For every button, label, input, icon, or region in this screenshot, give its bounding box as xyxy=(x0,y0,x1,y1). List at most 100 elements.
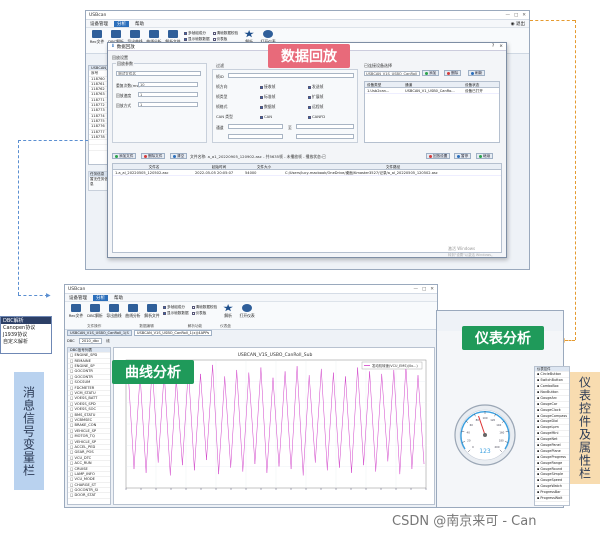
checkbox[interactable] xyxy=(260,95,263,99)
settings-icon xyxy=(429,154,432,158)
checkbox[interactable] xyxy=(260,85,263,89)
signal-item[interactable]: □ DOOR_STAT xyxy=(68,493,110,499)
filter-dir-opt1[interactable]: 接收帧 xyxy=(260,84,275,90)
close-icon[interactable]: ✕ xyxy=(430,287,434,292)
filter-can-opt1[interactable]: CAN xyxy=(260,114,272,119)
filter-to-input[interactable] xyxy=(296,124,354,129)
device-add-button[interactable]: 添加 xyxy=(422,70,440,76)
btn-label: 删除文件 xyxy=(148,154,163,158)
protocol-item[interactable]: Canopen协议 xyxy=(1,324,51,331)
menu-device[interactable]: 设备管理 xyxy=(69,295,87,301)
check-multiframe[interactable]: 多帧组成分 xyxy=(184,31,210,36)
checkbox[interactable] xyxy=(191,311,195,315)
help-icon[interactable]: ? xyxy=(492,44,494,49)
checkbox[interactable] xyxy=(308,95,311,99)
checkbox[interactable] xyxy=(308,115,311,119)
protocol-item[interactable]: J1939协议 xyxy=(1,331,51,338)
filter-format-opt2[interactable]: 远程帧 xyxy=(308,104,323,110)
filter-channel-label: 通道 xyxy=(216,125,224,130)
ribbon-gauge-button[interactable]: 打开仪表 xyxy=(239,304,255,319)
checkbox[interactable] xyxy=(212,31,216,35)
menu-device[interactable]: 设备管理 xyxy=(90,21,108,27)
close-icon[interactable]: ✕ xyxy=(522,13,526,18)
menu-help[interactable]: 帮助 xyxy=(114,295,123,301)
checkbox[interactable] xyxy=(308,85,311,89)
checkbox[interactable] xyxy=(184,37,187,41)
gauge-widget[interactable]: 020406080100120140160180200 123 xyxy=(453,401,517,471)
data-point xyxy=(423,463,425,464)
filter-extra-input2[interactable] xyxy=(296,134,354,139)
ribbon-label: DBC解析 xyxy=(87,313,103,318)
top-window-titlebar: USBcan — □ ✕ xyxy=(86,11,529,20)
filter-type-opt2[interactable]: 扩展帧 xyxy=(308,94,323,100)
control-item[interactable]: ▪ ProgressWait xyxy=(535,496,569,502)
menu-help[interactable]: 帮助 xyxy=(135,21,144,27)
mode-input[interactable]: 1 xyxy=(138,102,198,107)
minimize-icon[interactable]: — xyxy=(413,287,418,292)
ribbon-curve-button[interactable]: 曲线分析 xyxy=(125,304,141,319)
filter-can-opt2[interactable]: CANFD xyxy=(308,114,325,119)
toolbar-item-dbc[interactable]: DBC xyxy=(67,339,75,343)
device-delete-button[interactable]: 删除 xyxy=(444,70,462,76)
toolbar-item-line[interactable]: 线 xyxy=(106,339,110,344)
maximize-icon[interactable]: □ xyxy=(514,13,518,18)
pause-button[interactable]: 暂停 xyxy=(454,153,472,159)
checkbox[interactable] xyxy=(212,37,216,41)
data-point xyxy=(411,468,413,470)
minimize-icon[interactable]: — xyxy=(505,13,510,18)
checkbox[interactable] xyxy=(260,115,263,119)
protocol-item[interactable]: DBC解析 xyxy=(1,317,51,324)
exit-button[interactable]: ◉ 退出 xyxy=(511,21,529,27)
check-dashboard[interactable]: 仪表板 xyxy=(191,311,218,316)
ribbon-star-button[interactable]: 解析 xyxy=(220,304,236,319)
playback-settings-button[interactable]: 回放设置 xyxy=(426,153,451,159)
check-multiframe[interactable]: 多帧组成分 xyxy=(163,305,189,310)
delete-file-button[interactable]: 删除文件 xyxy=(141,153,166,159)
gauge-value: 123 xyxy=(479,448,491,455)
checkbox[interactable] xyxy=(308,105,311,109)
banner-playback: 数据回放 xyxy=(268,44,350,68)
check-verify[interactable]: 清帧数据校验 xyxy=(191,305,217,310)
tab-device-1[interactable]: USBCAN_V1S_USBO_CanRoll_1(S xyxy=(67,330,132,336)
check-showdata[interactable]: 显示帧数数据 xyxy=(163,311,189,316)
filter-channel-input[interactable] xyxy=(228,124,283,129)
repeat-input[interactable]: 10 xyxy=(138,82,198,87)
add-file-button[interactable]: 添加文件 xyxy=(112,153,137,159)
filter-type-opt1[interactable]: 标准帧 xyxy=(260,94,275,100)
check-verify[interactable]: 清帧数据校验 xyxy=(212,31,238,36)
close-icon[interactable]: × xyxy=(499,44,503,49)
ribbon-rec-button[interactable]: Rec文件 xyxy=(68,304,84,319)
maximize-icon[interactable]: □ xyxy=(422,287,426,292)
clear-button[interactable]: 清空 xyxy=(170,153,188,159)
filter-extra-input[interactable] xyxy=(228,134,283,139)
protocol-item[interactable]: 自定义解析 xyxy=(1,338,51,345)
filter-format-opt1[interactable]: 数据帧 xyxy=(260,104,275,110)
checkbox[interactable] xyxy=(163,305,166,309)
playback-file-select[interactable]: 测试文件名 xyxy=(116,71,201,76)
ribbon-dbc-button[interactable]: DBC解析 xyxy=(87,304,103,319)
data-point xyxy=(296,366,298,367)
checkbox[interactable] xyxy=(184,31,187,35)
ribbon-rec-button[interactable]: Rec文件 xyxy=(89,30,105,45)
checkbox[interactable] xyxy=(260,105,263,109)
device-select[interactable]: USBCAN_V1S_USBO_CanRoll_1 xyxy=(364,71,420,76)
device-refresh-button[interactable]: 刷新 xyxy=(468,70,486,76)
filter-dir-opt2[interactable]: 发送帧 xyxy=(308,84,323,90)
checkbox[interactable] xyxy=(191,305,195,309)
ribbon-export-button[interactable]: 导出曲线 xyxy=(106,304,122,319)
gauge-tick-label: 200 xyxy=(495,445,500,449)
data-point xyxy=(284,371,286,372)
filter-id-input[interactable] xyxy=(228,73,354,78)
group-label: 仪表盘 xyxy=(220,324,231,328)
toolbar-item-file[interactable]: 2010_dbc xyxy=(78,338,103,344)
menu-analysis[interactable]: 分析 xyxy=(114,20,129,27)
continue-button[interactable]: 继续 xyxy=(476,153,494,159)
data-point xyxy=(248,372,250,374)
speed-input[interactable]: 1 xyxy=(138,92,198,97)
table-row[interactable]: 1.a_al_20220505_120502.asc 2022-05-05 20… xyxy=(113,170,501,176)
checkbox[interactable] xyxy=(163,311,166,315)
menu-analysis[interactable]: 分析 xyxy=(93,294,108,301)
tab-device-2[interactable]: USBCAN_V1S_USBO_CanRoll_1(x)(4APPs xyxy=(133,330,213,336)
ribbon-parse-button[interactable]: 解析文件 xyxy=(144,304,160,319)
table-row[interactable]: 1.Usb2can... USBCAN_V1_USB0_CanRo... 设备已… xyxy=(365,88,499,94)
